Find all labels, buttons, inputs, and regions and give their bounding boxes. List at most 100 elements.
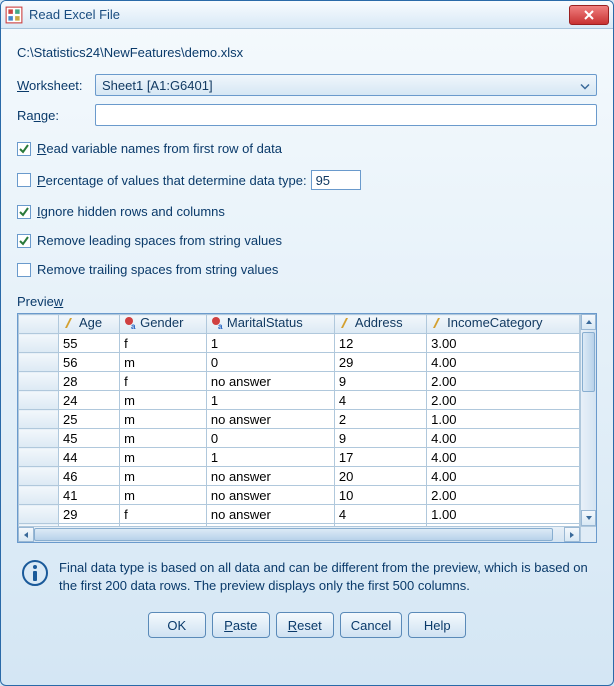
table-cell[interactable]: 3.00 bbox=[427, 334, 580, 353]
table-cell[interactable]: 4 bbox=[334, 505, 426, 524]
worksheet-combo[interactable]: Sheet1 [A1:G6401] bbox=[95, 74, 597, 96]
checkbox-ignore-hidden[interactable] bbox=[17, 205, 31, 219]
table-cell[interactable]: 17 bbox=[334, 448, 426, 467]
column-header[interactable]: aGender bbox=[120, 315, 207, 334]
table-row[interactable]: 28fno answer92.00 bbox=[19, 372, 580, 391]
table-cell[interactable]: no answer bbox=[206, 486, 334, 505]
table-cell[interactable]: 12 bbox=[334, 334, 426, 353]
table-row[interactable]: 44m1174.00 bbox=[19, 448, 580, 467]
horizontal-scrollbar[interactable] bbox=[18, 526, 596, 542]
row-header-cell[interactable] bbox=[19, 391, 59, 410]
table-cell[interactable]: 1 bbox=[206, 448, 334, 467]
paste-button[interactable]: Paste bbox=[212, 612, 270, 638]
table-cell[interactable]: 2.00 bbox=[427, 391, 580, 410]
scroll-right-button[interactable] bbox=[564, 527, 580, 542]
checkbox-pct-datatype[interactable] bbox=[17, 173, 31, 187]
table-cell[interactable]: 4.00 bbox=[427, 353, 580, 372]
table-cell[interactable]: 4.00 bbox=[427, 429, 580, 448]
range-input[interactable] bbox=[95, 104, 597, 126]
help-button[interactable]: Help bbox=[408, 612, 466, 638]
scroll-up-button[interactable] bbox=[581, 314, 596, 330]
table-row[interactable]: 55f1123.00 bbox=[19, 334, 580, 353]
table-cell[interactable]: m bbox=[120, 467, 207, 486]
scroll-thumb-horizontal[interactable] bbox=[34, 528, 553, 541]
table-cell[interactable]: 45 bbox=[59, 429, 120, 448]
worksheet-row: Worksheet: Sheet1 [A1:G6401] bbox=[17, 74, 597, 96]
reset-button[interactable]: Reset bbox=[276, 612, 334, 638]
row-header-cell[interactable] bbox=[19, 372, 59, 391]
table-row[interactable]: 29fno answer41.00 bbox=[19, 505, 580, 524]
table-cell[interactable]: no answer bbox=[206, 410, 334, 429]
table-row[interactable]: 56m0294.00 bbox=[19, 353, 580, 372]
table-cell[interactable]: 41 bbox=[59, 486, 120, 505]
table-cell[interactable]: 46 bbox=[59, 467, 120, 486]
range-row: Range: bbox=[17, 104, 597, 126]
table-cell[interactable]: 4.00 bbox=[427, 467, 580, 486]
cancel-button[interactable]: Cancel bbox=[340, 612, 402, 638]
row-header-cell[interactable] bbox=[19, 467, 59, 486]
vertical-scrollbar[interactable] bbox=[580, 314, 596, 526]
table-cell[interactable]: 56 bbox=[59, 353, 120, 372]
table-cell[interactable]: f bbox=[120, 505, 207, 524]
table-cell[interactable]: 25 bbox=[59, 410, 120, 429]
table-cell[interactable]: 2.00 bbox=[427, 486, 580, 505]
row-header-cell[interactable] bbox=[19, 429, 59, 448]
table-cell[interactable]: m bbox=[120, 486, 207, 505]
column-header[interactable]: Age bbox=[59, 315, 120, 334]
table-row[interactable]: 25mno answer21.00 bbox=[19, 410, 580, 429]
table-cell[interactable]: 1 bbox=[206, 391, 334, 410]
table-cell[interactable]: 20 bbox=[334, 467, 426, 486]
table-row[interactable]: 41mno answer102.00 bbox=[19, 486, 580, 505]
table-cell[interactable]: f bbox=[120, 334, 207, 353]
pct-datatype-input[interactable] bbox=[311, 170, 361, 190]
row-header-cell[interactable] bbox=[19, 334, 59, 353]
table-cell[interactable]: 44 bbox=[59, 448, 120, 467]
table-cell[interactable]: f bbox=[120, 372, 207, 391]
table-row[interactable]: 24m142.00 bbox=[19, 391, 580, 410]
row-header-cell[interactable] bbox=[19, 486, 59, 505]
table-cell[interactable]: 0 bbox=[206, 353, 334, 372]
table-cell[interactable]: m bbox=[120, 410, 207, 429]
column-header[interactable]: Address bbox=[334, 315, 426, 334]
row-header-cell[interactable] bbox=[19, 353, 59, 372]
row-header-cell[interactable] bbox=[19, 410, 59, 429]
table-cell[interactable]: 29 bbox=[59, 505, 120, 524]
checkbox-read-varnames[interactable] bbox=[17, 142, 31, 156]
table-cell[interactable]: 1.00 bbox=[427, 410, 580, 429]
checkbox-remove-leading[interactable] bbox=[17, 234, 31, 248]
table-cell[interactable]: 10 bbox=[334, 486, 426, 505]
table-cell[interactable]: 2 bbox=[334, 410, 426, 429]
scroll-down-button[interactable] bbox=[581, 510, 596, 526]
table-cell[interactable]: m bbox=[120, 391, 207, 410]
table-row[interactable]: 46mno answer204.00 bbox=[19, 467, 580, 486]
table-cell[interactable]: 1 bbox=[206, 334, 334, 353]
column-header[interactable]: IncomeCategory bbox=[427, 315, 580, 334]
table-cell[interactable]: m bbox=[120, 429, 207, 448]
row-header-cell[interactable] bbox=[19, 505, 59, 524]
table-cell[interactable]: 1.00 bbox=[427, 505, 580, 524]
row-header-cell[interactable] bbox=[19, 448, 59, 467]
checkbox-remove-trailing[interactable] bbox=[17, 263, 31, 277]
ok-button[interactable]: OK bbox=[148, 612, 206, 638]
table-cell[interactable]: 4 bbox=[334, 391, 426, 410]
table-cell[interactable]: 28 bbox=[59, 372, 120, 391]
table-cell[interactable]: 2.00 bbox=[427, 372, 580, 391]
table-cell[interactable]: 9 bbox=[334, 429, 426, 448]
table-row[interactable]: 45m094.00 bbox=[19, 429, 580, 448]
table-cell[interactable]: 29 bbox=[334, 353, 426, 372]
scroll-left-button[interactable] bbox=[18, 527, 34, 542]
table-cell[interactable]: m bbox=[120, 353, 207, 372]
table-cell[interactable]: m bbox=[120, 448, 207, 467]
close-button[interactable] bbox=[569, 5, 609, 25]
scroll-thumb-vertical[interactable] bbox=[582, 332, 595, 392]
table-cell[interactable]: no answer bbox=[206, 505, 334, 524]
table-cell[interactable]: 55 bbox=[59, 334, 120, 353]
table-cell[interactable]: 24 bbox=[59, 391, 120, 410]
table-cell[interactable]: no answer bbox=[206, 467, 334, 486]
check-label: Remove leading spaces from string values bbox=[37, 233, 282, 248]
table-cell[interactable]: 9 bbox=[334, 372, 426, 391]
table-cell[interactable]: 0 bbox=[206, 429, 334, 448]
column-header[interactable]: aMaritalStatus bbox=[206, 315, 334, 334]
table-cell[interactable]: no answer bbox=[206, 372, 334, 391]
table-cell[interactable]: 4.00 bbox=[427, 448, 580, 467]
